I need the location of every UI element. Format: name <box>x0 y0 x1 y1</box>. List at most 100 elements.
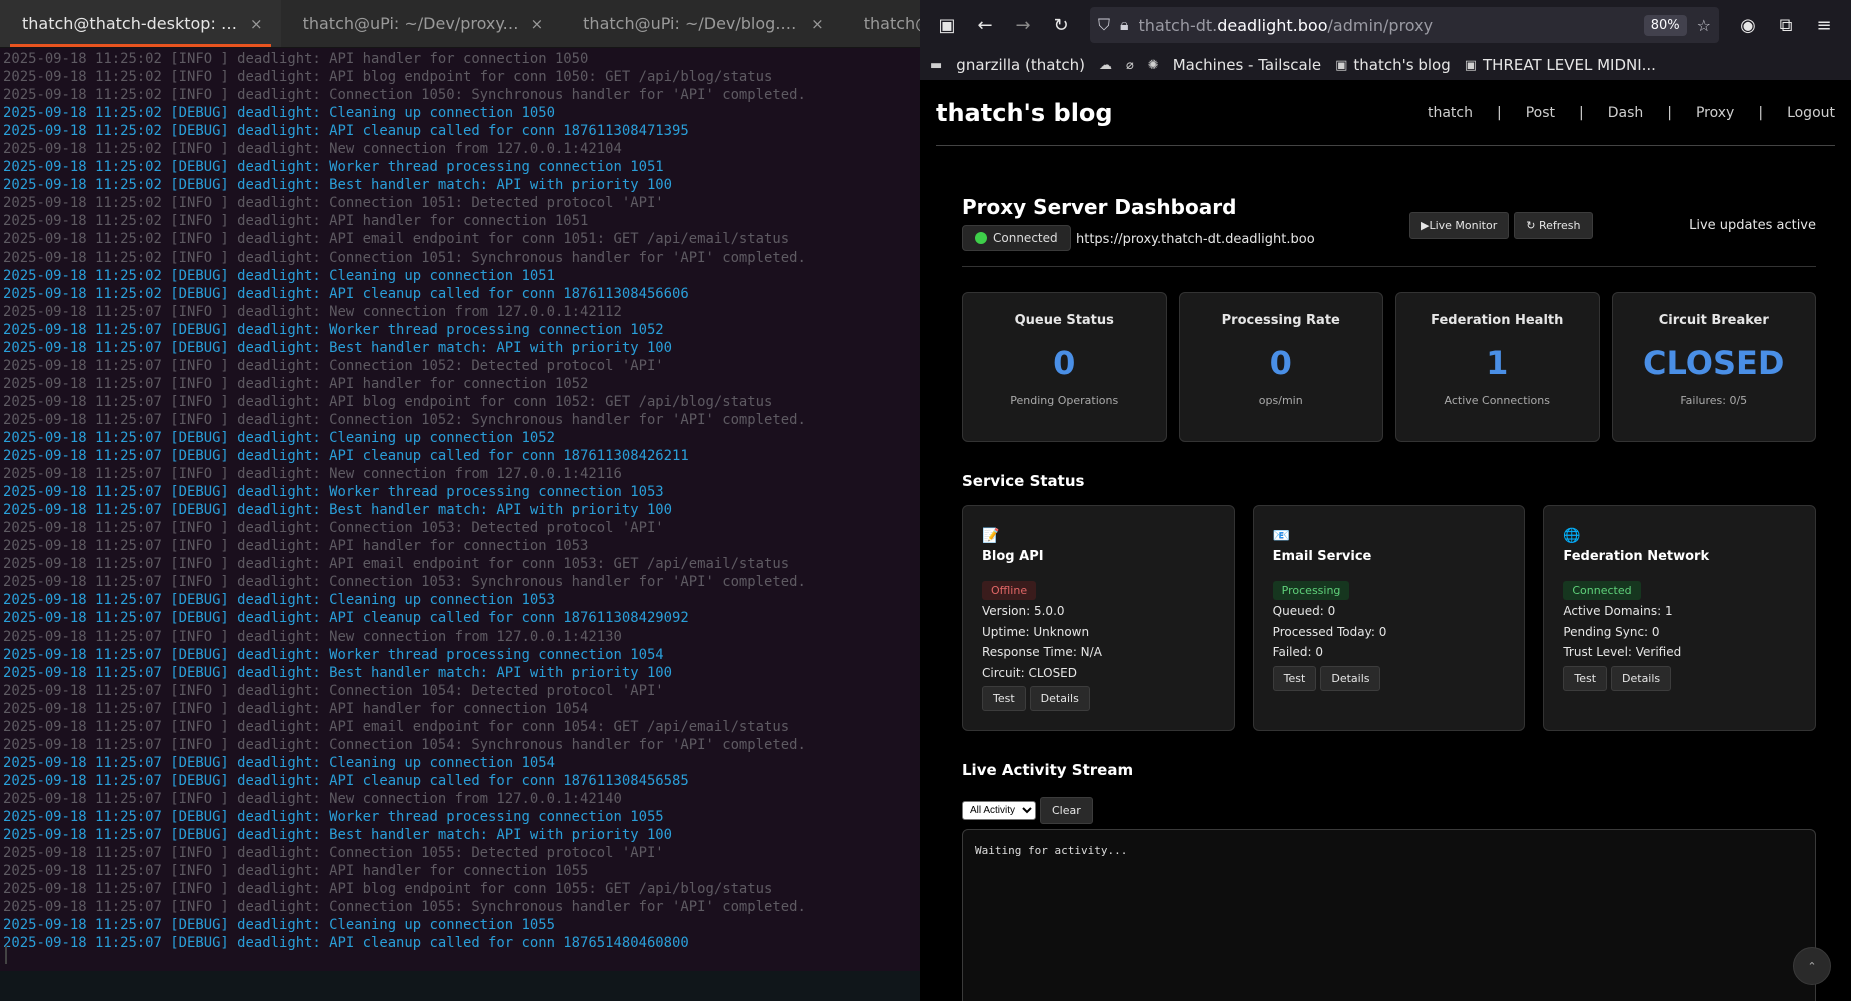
service-name: Blog API <box>982 549 1044 564</box>
log-line: 2025-09-18 11:25:07 [INFO ] deadlight: A… <box>3 556 790 573</box>
test-button[interactable]: Test <box>1563 665 1608 691</box>
nav-link-thatch[interactable]: thatch <box>1428 105 1473 121</box>
nav-link-post[interactable]: Post <box>1526 105 1555 121</box>
log-line: 2025-09-18 11:25:02 [INFO ] deadlight: N… <box>3 141 622 158</box>
details-button[interactable]: Details <box>1029 686 1090 711</box>
site-title[interactable]: thatch's blog <box>936 99 1113 127</box>
activity-title: Live Activity Stream <box>962 761 1134 779</box>
bookmark-item[interactable]: Machines - Tailscale <box>1173 56 1321 74</box>
log-line: 2025-09-18 11:25:02 [INFO ] deadlight: C… <box>3 87 806 104</box>
stat-value: 1 <box>1486 344 1509 382</box>
nav-link-proxy[interactable]: Proxy <box>1696 105 1734 121</box>
clear-button[interactable]: Clear <box>1040 797 1093 824</box>
log-line: 2025-09-18 11:25:02 [DEBUG] deadlight: A… <box>3 285 689 302</box>
service-detail: Queued: 0 <box>1272 604 1336 618</box>
menu-icon[interactable]: ≡ <box>1807 8 1841 42</box>
log-line: 2025-09-18 11:25:02 [DEBUG] deadlight: W… <box>3 159 664 176</box>
proxy-dashboard: Proxy Server Dashboard Connected https:/… <box>962 195 1817 1001</box>
forward-icon[interactable]: → <box>1006 8 1040 42</box>
bookmark-item[interactable]: ▬ <box>930 58 942 73</box>
url-text[interactable]: thatch-dt.deadlight.boo/admin/proxy <box>1139 16 1634 35</box>
extensions-icon[interactable]: ⧉ <box>1769 8 1803 42</box>
nav-link-logout[interactable]: Logout <box>1787 105 1835 121</box>
service-detail: Version: 5.0.0 <box>982 604 1065 618</box>
connection-status-badge: Connected <box>962 225 1071 251</box>
reload-icon[interactable]: ↻ <box>1044 8 1078 42</box>
log-line: 2025-09-18 11:25:07 [INFO ] deadlight: N… <box>3 628 622 645</box>
log-line: 2025-09-18 11:25:07 [DEBUG] deadlight: W… <box>3 484 664 501</box>
scroll-top-button[interactable]: ⌃ <box>1793 947 1831 985</box>
close-icon[interactable]: × <box>811 15 824 33</box>
nav-separator: | <box>1667 104 1672 121</box>
log-line: 2025-09-18 11:25:07 [DEBUG] deadlight: A… <box>3 772 689 789</box>
bookmark-item[interactable]: ⌀ <box>1126 58 1134 73</box>
details-button[interactable]: Details <box>1320 665 1381 691</box>
bookmark-star-icon[interactable]: ☆ <box>1697 16 1711 35</box>
log-line: 2025-09-18 11:25:07 [INFO ] deadlight: C… <box>3 357 664 374</box>
connection-status-text: Connected <box>993 231 1058 245</box>
stats-row: Queue Status 0 Pending Operations Processin… <box>962 292 1816 442</box>
stat-title: Processing Rate <box>1221 313 1340 328</box>
close-icon[interactable]: × <box>531 15 544 33</box>
account-icon[interactable]: ◉ <box>1731 8 1765 42</box>
lock-icon[interactable]: 🔒︎ <box>1120 15 1129 35</box>
nav-separator: | <box>1758 104 1764 121</box>
nav-link-dash[interactable]: Dash <box>1608 105 1644 121</box>
activity-stream: Waiting for activity... <box>962 829 1816 1001</box>
log-line: 2025-09-18 11:25:07 [DEBUG] deadlight: C… <box>3 592 555 609</box>
stat-subtitle: Failures: 0/5 <box>1680 394 1748 407</box>
log-line: 2025-09-18 11:25:07 [INFO ] deadlight: A… <box>3 700 589 717</box>
terminal-output[interactable]: 2025-09-18 11:25:02 [INFO ] deadlight: A… <box>0 48 920 971</box>
page-content: thatch's blog thatch | Post | Dash | Proxy | Log… <box>920 80 1851 1001</box>
browser-window: ▣ ← → ↻ ⛉ 🔒︎ thatch-dt.deadlight.boo/adm… <box>920 0 1851 1001</box>
close-icon[interactable]: × <box>250 15 263 33</box>
terminal-tab[interactable]: thatch@uPi: ~/Dev/blog.deadl... × <box>561 0 842 47</box>
log-line: 2025-09-18 11:25:02 [INFO ] deadlight: C… <box>3 249 806 266</box>
status-badge: Connected <box>1563 581 1641 600</box>
bookmark-item[interactable]: ✺ <box>1148 58 1159 73</box>
test-button[interactable]: Test <box>1272 665 1317 691</box>
log-line: 2025-09-18 11:25:07 [INFO ] deadlight: C… <box>3 682 664 699</box>
bookmark-label: Machines - Tailscale <box>1172 56 1322 74</box>
zoom-indicator[interactable]: 80% <box>1643 14 1687 36</box>
service-detail: Pending Sync: 0 <box>1563 624 1660 639</box>
log-line: 2025-09-18 11:25:07 [INFO ] deadlight: A… <box>3 863 589 880</box>
log-line: 2025-09-18 11:25:02 [DEBUG] deadlight: C… <box>3 105 555 122</box>
log-line: 2025-09-18 11:25:02 [DEBUG] deadlight: C… <box>3 267 555 284</box>
terminal-tab[interactable]: thatch@uPi: ~/Dev/proxy.dea... × <box>281 0 562 47</box>
stat-card: Circuit Breaker CLOSED Failures: 0/5 <box>1611 292 1816 442</box>
back-icon[interactable]: ← <box>968 8 1002 42</box>
activity-filter-select[interactable]: All Activity <box>962 801 1036 820</box>
service-name: Federation Network <box>1563 549 1710 564</box>
service-detail: Active Domains: 1 <box>1563 604 1673 618</box>
service-name: Email Service <box>1272 549 1372 564</box>
log-line: 2025-09-18 11:25:07 [INFO ] deadlight: N… <box>3 466 622 483</box>
log-line: 2025-09-18 11:25:07 [INFO ] deadlight: A… <box>3 375 589 392</box>
test-button[interactable]: Test <box>982 686 1026 711</box>
details-button[interactable]: Details <box>1611 665 1672 691</box>
service-card: 🌐 Federation Network Connected Active Domai… <box>1543 505 1817 731</box>
nav-separator: | <box>1579 104 1584 121</box>
log-line: 2025-09-18 11:25:07 [DEBUG] deadlight: B… <box>3 664 673 681</box>
proxy-url: https://proxy.thatch-dt.deadlight.boo <box>1076 232 1315 247</box>
sidebar-toggle-icon[interactable]: ▣ <box>930 8 964 42</box>
bookmark-item[interactable]: gnarzilla (thatch) <box>956 56 1085 74</box>
bookmark-item[interactable]: ☁ <box>1099 58 1112 73</box>
stat-title: Queue Status <box>1014 313 1114 328</box>
log-line: 2025-09-18 11:25:07 [DEBUG] deadlight: B… <box>3 827 673 844</box>
shield-icon[interactable]: ⛉ <box>1098 15 1110 35</box>
status-badge: Offline <box>982 581 1037 600</box>
terminal-tab-bar: thatch@thatch-desktop: ~/De...×thatch@uP… <box>0 0 920 48</box>
log-line: 2025-09-18 11:25:02 [INFO ] deadlight: A… <box>3 69 773 86</box>
refresh-button[interactable]: ↻ Refresh <box>1514 212 1593 239</box>
address-bar[interactable]: ⛉ 🔒︎ thatch-dt.deadlight.boo/admin/proxy… <box>1090 7 1719 43</box>
log-line: 2025-09-18 11:25:02 [INFO ] deadlight: C… <box>3 195 664 212</box>
status-badge: Processing <box>1272 581 1350 600</box>
status-dot-icon <box>975 232 987 244</box>
terminal-tab[interactable]: thatch@th <box>842 0 920 47</box>
terminal-tab[interactable]: thatch@thatch-desktop: ~/De... × <box>0 0 281 47</box>
live-monitor-button[interactable]: ▶Live Monitor <box>1409 212 1510 239</box>
bookmark-item[interactable]: ▣ THREAT LEVEL MIDNI... <box>1465 56 1656 74</box>
bookmark-label: THREAT LEVEL MIDNI... <box>1483 56 1656 74</box>
bookmark-item[interactable]: ▣ thatch's blog <box>1335 56 1451 74</box>
